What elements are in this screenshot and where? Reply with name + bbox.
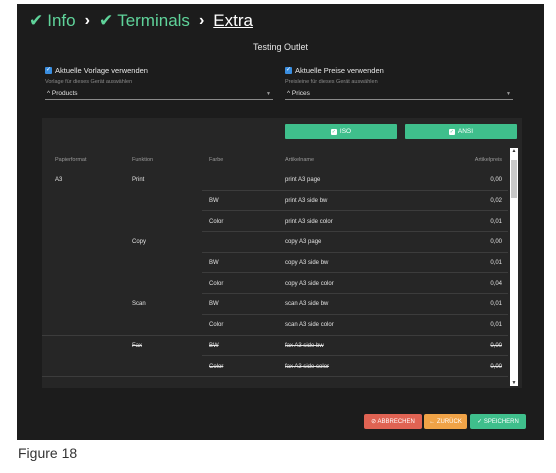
cell-color: BW xyxy=(209,198,219,205)
table-body: A3 Print print A3 page 0,00 BW print A3 … xyxy=(42,170,508,377)
table-header: Papierformat Funktion Farbe Artikelname … xyxy=(42,152,508,168)
template-checkbox-label: Aktuelle Vorlage verwenden xyxy=(55,66,148,75)
table-row-disabled: Fax BW fax A3 side bw 0,00 xyxy=(42,336,508,357)
scrollbar-thumb[interactable] xyxy=(511,160,517,198)
checkbox-checked-icon: ✓ xyxy=(330,128,337,135)
column-header-price[interactable]: Artikelpreis xyxy=(475,152,502,168)
price-checkbox-label: Aktuelle Preise verwenden xyxy=(295,66,384,75)
cell-article: print A3 side bw xyxy=(285,198,328,205)
save-button[interactable]: ✓ SPEICHERN xyxy=(470,414,526,429)
breadcrumb: ✔ Info › ✔ Terminals › Extra xyxy=(29,8,253,34)
breadcrumb-label: Extra xyxy=(213,11,253,30)
breadcrumb-item-extra[interactable]: Extra xyxy=(213,11,253,31)
cell-function: Copy xyxy=(132,239,147,246)
cell-article: print A3 page xyxy=(285,177,321,184)
price-option: ✓ Aktuelle Preise verwenden Preisleine f… xyxy=(285,66,513,100)
cell-article: copy A3 page xyxy=(285,239,322,246)
cell-price[interactable]: 0,04 xyxy=(490,273,502,294)
cell-color: BW xyxy=(209,301,219,308)
cell-article: fax A3 side bw xyxy=(285,342,324,349)
row-divider xyxy=(42,375,508,377)
ansi-filter-button[interactable]: ✓ ANSI xyxy=(405,124,517,139)
table-row[interactable]: BW print A3 side bw 0,02 xyxy=(42,191,508,212)
template-hint: Vorlage für dieses Gerät auswählen xyxy=(45,79,133,85)
template-option: ✓ Aktuelle Vorlage verwenden Vorlage für… xyxy=(45,66,273,100)
cell-price[interactable]: 0,01 xyxy=(490,315,502,336)
cell-article: print A3 side color xyxy=(285,218,333,225)
column-header-function[interactable]: Funktion xyxy=(132,152,153,168)
price-checkbox[interactable]: ✓ Aktuelle Preise verwenden xyxy=(285,66,513,75)
cell-paper: A3 xyxy=(55,177,63,184)
price-select[interactable]: ^ Prices ▼ xyxy=(285,88,513,100)
ansi-filter-label: ANSI xyxy=(457,128,474,135)
breadcrumb-label: Info xyxy=(47,11,76,30)
cell-price[interactable]: 0,01 xyxy=(490,253,502,274)
column-header-color[interactable]: Farbe xyxy=(209,152,223,168)
table-row[interactable]: BW copy A3 side bw 0,01 xyxy=(42,253,508,274)
table-row[interactable]: A3 Print print A3 page 0,00 xyxy=(42,170,508,191)
checkbox-checked-icon: ✓ xyxy=(448,128,455,135)
breadcrumb-label: Terminals xyxy=(117,11,190,30)
dialog-frame: ✔ Info › ✔ Terminals › Extra Testing Out… xyxy=(17,4,544,440)
cell-article: scan A3 side color xyxy=(285,322,334,329)
cell-function: Print xyxy=(132,177,145,184)
template-checkbox[interactable]: ✓ Aktuelle Vorlage verwenden xyxy=(45,66,273,75)
cancel-button[interactable]: ⊘ ABBRECHEN xyxy=(364,414,422,429)
checkbox-checked-icon: ✓ xyxy=(45,67,52,74)
cell-price: 0,00 xyxy=(490,342,502,349)
cell-price: 0,00 xyxy=(490,363,502,370)
cell-color: BW xyxy=(209,342,219,349)
dropdown-caret-icon: ▼ xyxy=(266,90,271,97)
price-hint: Preisleine für dieses Gerät auswählen xyxy=(285,79,378,85)
cell-article: copy A3 side color xyxy=(285,280,334,287)
articles-panel: ✓ ISO ✓ ANSI Papierformat Funktion Farbe… xyxy=(42,118,522,388)
table-row[interactable]: Color scan A3 side color 0,01 xyxy=(42,315,508,336)
breadcrumb-item-terminals[interactable]: ✔ Terminals xyxy=(99,11,190,31)
dropdown-caret-icon: ▼ xyxy=(506,90,511,97)
table-scrollbar[interactable]: ▲ ▼ xyxy=(510,148,518,386)
cell-color: Color xyxy=(209,322,224,329)
outlet-title: Testing Outlet xyxy=(252,42,309,52)
scroll-down-arrow-icon[interactable]: ▼ xyxy=(510,380,518,386)
column-header-article[interactable]: Artikelname xyxy=(285,152,314,168)
template-select-value: ^ Products xyxy=(47,90,78,97)
checkmark-icon: ✔ xyxy=(98,11,114,30)
checkbox-checked-icon: ✓ xyxy=(285,67,292,74)
iso-filter-button[interactable]: ✓ ISO xyxy=(285,124,397,139)
back-button[interactable]: ← ZURÜCK xyxy=(424,414,467,429)
column-header-paper[interactable]: Papierformat xyxy=(55,152,87,168)
scroll-up-arrow-icon[interactable]: ▲ xyxy=(510,148,518,154)
chevron-right-icon: › xyxy=(84,12,90,29)
table-row[interactable]: Color copy A3 side color 0,04 xyxy=(42,273,508,295)
table-row[interactable]: Copy copy A3 page 0,00 xyxy=(42,232,508,253)
cell-article: fax A3 side color xyxy=(285,363,330,370)
cell-price[interactable]: 0,02 xyxy=(490,191,502,212)
cell-price[interactable]: 0,01 xyxy=(490,294,502,315)
cell-article: scan A3 side bw xyxy=(285,301,329,308)
iso-filter-label: ISO xyxy=(339,128,352,135)
cell-color: Color xyxy=(209,280,224,287)
cell-price[interactable]: 0,00 xyxy=(490,232,502,253)
cell-price[interactable]: 0,00 xyxy=(490,170,502,191)
table-row[interactable]: Color print A3 side color 0,01 xyxy=(42,211,508,233)
figure-caption: Figure 18 xyxy=(18,445,78,461)
cell-color: Color xyxy=(209,218,224,225)
cell-function: Fax xyxy=(132,342,143,349)
price-select-value: ^ Prices xyxy=(287,90,310,97)
cell-color: Color xyxy=(209,363,224,370)
cell-color: BW xyxy=(209,260,219,267)
cell-price[interactable]: 0,01 xyxy=(490,211,502,232)
cell-article: copy A3 side bw xyxy=(285,260,329,267)
table-row-disabled: Color fax A3 side color 0,00 xyxy=(42,356,508,377)
chevron-right-icon: › xyxy=(198,12,205,29)
checkmark-icon: ✔ xyxy=(29,11,44,30)
template-select[interactable]: ^ Products ▼ xyxy=(45,88,273,100)
table-row[interactable]: Scan BW scan A3 side bw 0,01 xyxy=(42,294,508,315)
breadcrumb-item-info[interactable]: ✔ Info xyxy=(29,11,76,31)
cell-function: Scan xyxy=(132,301,146,308)
